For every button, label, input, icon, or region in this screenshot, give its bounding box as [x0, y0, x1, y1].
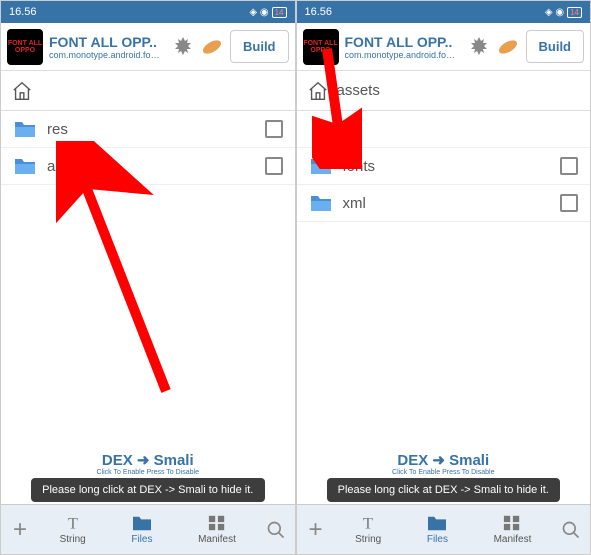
app-title: FONT ALL OPP.. [345, 34, 460, 50]
checkbox[interactable] [265, 157, 283, 175]
app-subtitle: com.monotype.android.font... [49, 50, 164, 60]
breadcrumb-label: assets [337, 82, 380, 99]
item-label: assets [47, 158, 255, 175]
status-icons: ◈ ◉ 14 [249, 7, 286, 18]
text-icon: T [62, 514, 84, 532]
item-label: xml [343, 195, 551, 212]
dex-banner[interactable]: DEX ➜ Smali Click To Enable Press To Dis… [1, 449, 295, 478]
checkbox[interactable] [265, 120, 283, 138]
bottom-bar: + T String Files Manifest [1, 504, 295, 554]
breadcrumb[interactable]: assets [297, 71, 591, 111]
pill-icon[interactable] [496, 35, 520, 59]
folder-icon [309, 156, 333, 176]
left-screen: 16.56 ◈ ◉ 14 FONT ALL OPPO FONT ALL OPP.… [0, 0, 296, 555]
toolbar: FONT ALL OPPO FONT ALL OPP.. com.monotyp… [297, 23, 591, 71]
search-icon [266, 520, 286, 540]
file-list: fonts xml [297, 111, 591, 449]
nav-string[interactable]: T String [60, 514, 86, 545]
home-icon[interactable] [307, 80, 329, 102]
title-block: FONT ALL OPP.. com.monotype.android.font… [49, 34, 164, 60]
toolbar: FONT ALL OPPO FONT ALL OPP.. com.monotyp… [1, 23, 295, 71]
status-bar: 16.56 ◈ ◉ 14 [1, 1, 295, 23]
add-button[interactable]: + [301, 515, 331, 545]
title-block: FONT ALL OPP.. com.monotype.android.font… [345, 34, 460, 60]
nav-manifest[interactable]: Manifest [198, 514, 236, 545]
list-item[interactable]: assets [1, 148, 295, 185]
search-icon [561, 520, 581, 540]
folder-icon [13, 119, 37, 139]
up-item[interactable] [297, 111, 591, 148]
status-time: 16.56 [9, 6, 249, 18]
status-icons: ◈ ◉ 14 [545, 7, 582, 18]
search-button[interactable] [556, 515, 586, 545]
folder-icon [309, 193, 333, 213]
nav-manifest[interactable]: Manifest [494, 514, 532, 545]
bottom-bar: + T String Files Manifest [297, 504, 591, 554]
list-item[interactable]: fonts [297, 148, 591, 185]
dex-banner[interactable]: DEX ➜ Smali Click To Enable Press To Dis… [297, 449, 591, 478]
item-label: res [47, 121, 255, 138]
svg-text:T: T [68, 514, 78, 532]
status-bar: 16.56 ◈ ◉ 14 [297, 1, 591, 23]
search-button[interactable] [261, 515, 291, 545]
right-screen: 16.56 ◈ ◉ 14 FONT ALL OPPO FONT ALL OPP.… [296, 0, 591, 555]
checkbox[interactable] [560, 157, 578, 175]
status-time: 16.56 [305, 6, 545, 18]
grid-icon [501, 514, 523, 532]
list-item[interactable]: xml [297, 185, 591, 222]
app-icon[interactable]: FONT ALL OPPO [303, 29, 339, 65]
nav-files[interactable]: Files [426, 514, 448, 545]
hand-icon[interactable] [170, 35, 194, 59]
text-icon: T [357, 514, 379, 532]
home-icon[interactable] [11, 80, 33, 102]
pill-icon[interactable] [200, 35, 224, 59]
up-arrow-icon [309, 119, 329, 139]
folder-icon [426, 514, 448, 532]
toast: Please long click at DEX -> Smali to hid… [327, 478, 561, 502]
build-button[interactable]: Build [230, 30, 289, 63]
item-label: fonts [343, 158, 551, 175]
app-subtitle: com.monotype.android.font... [345, 50, 460, 60]
folder-icon [13, 156, 37, 176]
app-icon[interactable]: FONT ALL OPPO [7, 29, 43, 65]
add-button[interactable]: + [5, 515, 35, 545]
breadcrumb[interactable] [1, 71, 295, 111]
checkbox[interactable] [560, 194, 578, 212]
nav-string[interactable]: T String [355, 514, 381, 545]
svg-text:T: T [363, 514, 373, 532]
hand-icon[interactable] [466, 35, 490, 59]
file-list: res assets [1, 111, 295, 449]
folder-icon [131, 514, 153, 532]
grid-icon [206, 514, 228, 532]
nav-files[interactable]: Files [131, 514, 153, 545]
toast: Please long click at DEX -> Smali to hid… [31, 478, 265, 502]
app-title: FONT ALL OPP.. [49, 34, 164, 50]
build-button[interactable]: Build [526, 30, 585, 63]
list-item[interactable]: res [1, 111, 295, 148]
